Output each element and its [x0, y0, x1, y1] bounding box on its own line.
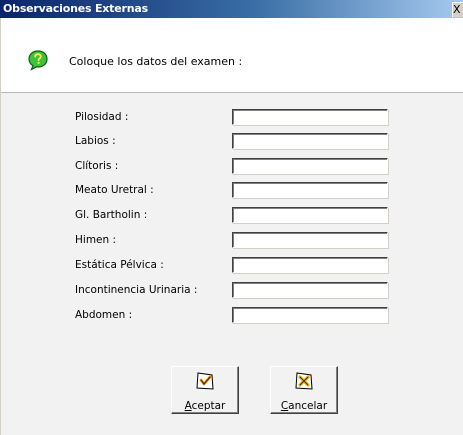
incontinencia-urinaria-label: Incontinencia Urinaria :	[75, 284, 198, 296]
estatica-pelvica-input[interactable]	[232, 257, 388, 273]
gl-bartholin-input[interactable]	[232, 207, 388, 223]
clitoris-input[interactable]	[232, 158, 388, 174]
title-bar[interactable]: Observaciones Externas X	[0, 0, 463, 18]
form-row-meato-uretral: Meato Uretral :	[1, 182, 463, 202]
form-row-himen: Himen :	[1, 232, 463, 252]
header-panel: Coloque los datos del examen :	[1, 18, 463, 93]
pilosidad-label: Pilosidad :	[75, 111, 129, 123]
form-row-abdomen: Abdomen :	[1, 307, 463, 327]
form-row-pilosidad: Pilosidad :	[1, 109, 463, 129]
meato-uretral-input[interactable]	[232, 182, 388, 198]
dialog-body: Coloque los datos del examen : Pilosidad…	[0, 18, 463, 435]
form-row-labios: Labios :	[1, 133, 463, 153]
close-button[interactable]: X	[452, 2, 463, 17]
help-icon	[28, 50, 48, 71]
abdomen-label: Abdomen :	[75, 309, 133, 321]
form-row-estatica-pelvica: Estática Pélvica :	[1, 257, 463, 277]
form-row-incontinencia-urinaria: Incontinencia Urinaria :	[1, 282, 463, 302]
meato-uretral-label: Meato Uretral :	[75, 184, 154, 196]
instruction-text: Coloque los datos del examen :	[69, 55, 243, 68]
accept-label: Aceptar	[184, 400, 226, 412]
himen-input[interactable]	[232, 232, 388, 248]
himen-label: Himen :	[75, 234, 117, 246]
form-row-gl-bartholin: Gl. Bartholin :	[1, 207, 463, 227]
accept-check-icon	[196, 372, 214, 390]
labios-label: Labios :	[75, 135, 116, 147]
labios-input[interactable]	[232, 133, 388, 149]
accept-button[interactable]: Aceptar	[171, 366, 239, 414]
cancel-label: Cancelar	[280, 400, 328, 412]
pilosidad-input[interactable]	[232, 109, 388, 125]
window-title: Observaciones Externas	[3, 2, 148, 15]
cancel-button[interactable]: Cancelar	[270, 366, 338, 414]
form-row-clitoris: Clítoris :	[1, 158, 463, 178]
estatica-pelvica-label: Estática Pélvica :	[75, 259, 164, 271]
incontinencia-urinaria-input[interactable]	[232, 282, 388, 298]
cancel-x-icon	[295, 372, 313, 390]
clitoris-label: Clítoris :	[75, 160, 119, 172]
abdomen-input[interactable]	[232, 307, 388, 323]
gl-bartholin-label: Gl. Bartholin :	[75, 209, 148, 221]
